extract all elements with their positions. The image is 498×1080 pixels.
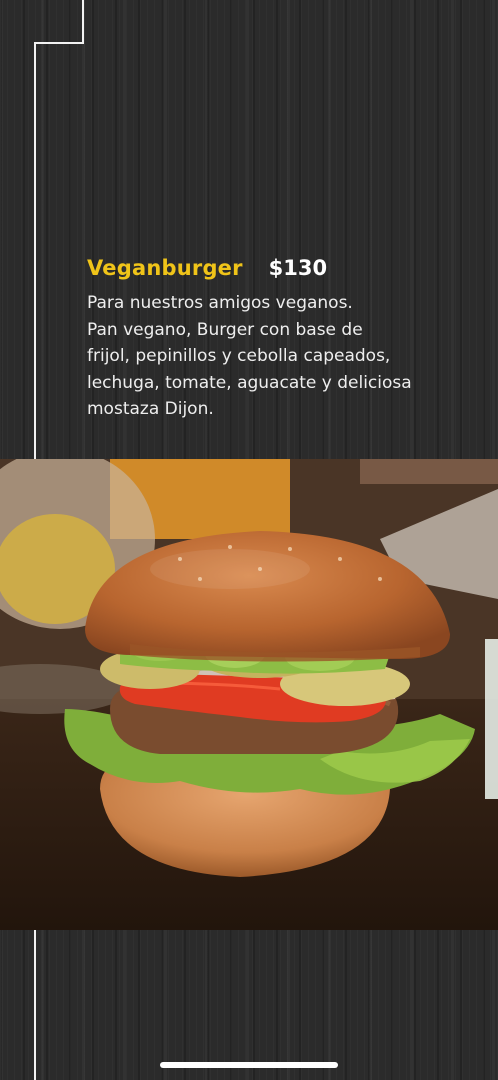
item-description: Para nuestros amigos veganos. Pan vegano… [87, 290, 487, 423]
item-price: $130 [268, 256, 328, 280]
home-indicator[interactable] [160, 1062, 338, 1068]
description-line: frijol, pepinillos y cebolla capeados, [87, 346, 391, 366]
burger-illustration [0, 459, 498, 930]
item-name: Veganburger [87, 256, 243, 280]
frame-border-top [34, 42, 84, 44]
description-line: Para nuestros amigos veganos. [87, 293, 353, 313]
description-line: Pan vegano, Burger con base de [87, 319, 363, 340]
burger-photo [0, 459, 498, 930]
description-line: mostaza Dijon. [87, 399, 214, 419]
menu-item-header: Veganburger $130 [87, 256, 487, 288]
menu-item-veganburger: Veganburger $130 Para nuestros amigos ve… [87, 256, 487, 423]
frame-border-tick [82, 0, 84, 44]
description-line: lechuga, tomate, aguacate y deliciosa [87, 372, 412, 393]
